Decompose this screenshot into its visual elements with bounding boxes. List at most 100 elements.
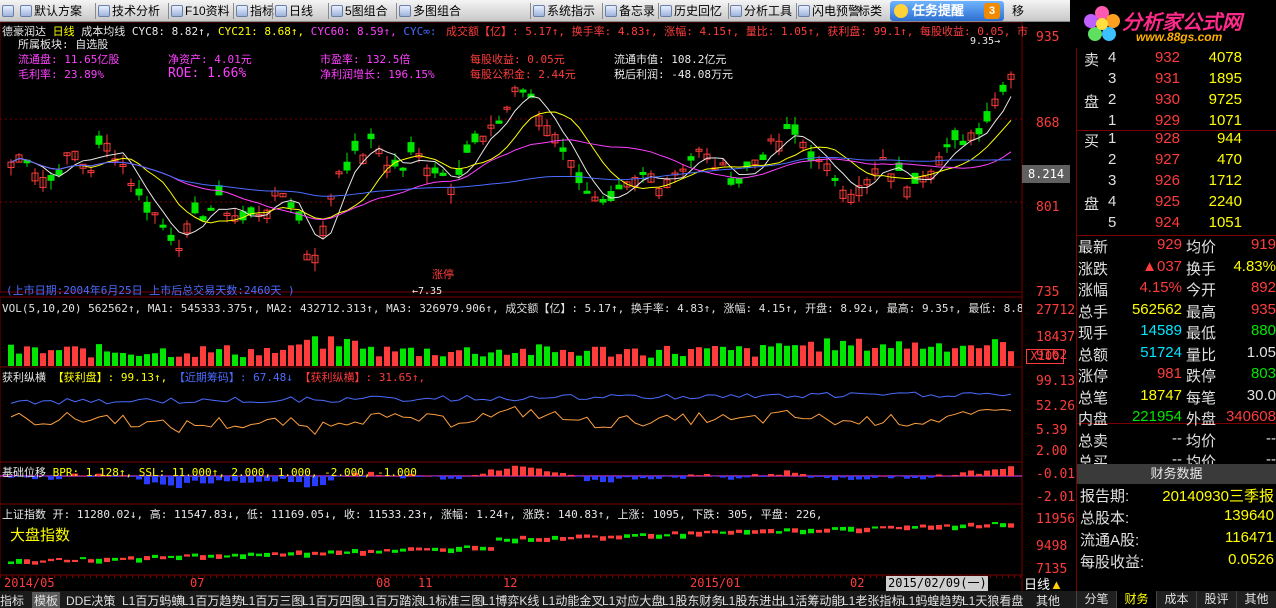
indicator-tab[interactable]: L1对应大盘	[602, 592, 663, 608]
base-axis-2: -0.01	[1036, 467, 1076, 482]
right-panel-tab[interactable]: 股评	[1196, 591, 1236, 608]
volume-bar	[704, 348, 710, 366]
index-candle	[632, 534, 638, 537]
volume-bar	[160, 348, 166, 366]
indicator-tab[interactable]: L1动能金叉	[542, 592, 603, 608]
volume-bar	[760, 345, 766, 366]
index-candle	[560, 537, 566, 541]
right-panel-tab[interactable]: 其他	[1236, 591, 1276, 608]
indicator-tab[interactable]: 其他	[1036, 592, 1060, 608]
toolbar-scheme[interactable]: 默认方案	[20, 2, 82, 20]
indicator-tab[interactable]: 指标	[0, 592, 24, 608]
date-tick	[0, 575, 1, 578]
date-tick	[306, 575, 307, 578]
orderbook-volume: 470	[1216, 151, 1242, 168]
brand-site: www.88gs.com	[1136, 30, 1223, 44]
quote-value: 4.15%	[1139, 279, 1182, 296]
index-candle	[360, 550, 366, 556]
volume-bar	[696, 347, 702, 366]
indicator-tab[interactable]: L1天狼看盘	[962, 592, 1023, 608]
indicator-tab[interactable]: L1百万踏浪	[362, 592, 423, 608]
volume-bar	[192, 356, 198, 366]
toolbar-history[interactable]: 历史回忆	[660, 2, 722, 20]
candle-body	[943, 144, 951, 148]
scheme-icon	[20, 5, 32, 17]
indicator-tab[interactable]: L1博弈K线	[482, 592, 539, 608]
indicator-tab[interactable]: L1蚂蝗趋势	[902, 592, 963, 608]
volume-bar	[736, 346, 742, 366]
indicator-tab[interactable]: 模板	[32, 592, 61, 608]
toolbar-tools[interactable]: 分析工具	[730, 2, 792, 20]
volume-bar	[56, 350, 62, 366]
toolbar-5-chart[interactable]: 5图组合	[331, 2, 388, 20]
base-bar	[888, 476, 894, 479]
index-candle	[920, 524, 926, 528]
orderbook-volume: 2240	[1208, 193, 1242, 210]
finance-key: 总股本:	[1080, 510, 1130, 527]
toolbar-system-indicator[interactable]: 系统指示	[533, 2, 595, 20]
base-bar	[640, 476, 646, 479]
base-bar	[800, 473, 806, 476]
main-metrics-line: 成交额【亿】: 5.17↑, 换手率: 4.83↑, 涨幅: 4.15↑, 量比…	[446, 25, 1028, 38]
candle-body	[575, 172, 583, 184]
volume-bar	[800, 345, 806, 366]
base-bar	[768, 473, 774, 476]
right-panel-tab[interactable]: 财务	[1116, 591, 1156, 608]
quote-value: 18747	[1140, 386, 1182, 404]
indicator-tab[interactable]: L1股东财务	[662, 592, 723, 608]
index-candle	[976, 525, 982, 529]
volume-bar	[984, 345, 990, 366]
date-tick	[96, 575, 97, 578]
task-reminder-button[interactable]: 任务提醒 3	[890, 1, 1004, 21]
index-candle	[424, 548, 430, 551]
indicator-tab[interactable]: L1百万三图	[242, 592, 303, 608]
volume-bar	[360, 348, 366, 366]
indicator-tab[interactable]: L1活筹动能	[782, 592, 843, 608]
indicator-tab[interactable]: L1百万四图	[302, 592, 363, 608]
orderbook-level: 4	[1108, 193, 1117, 210]
date-0: 2014/05	[4, 576, 55, 590]
base-bar	[696, 475, 702, 476]
indicator-tab[interactable]: L1老张指标	[842, 592, 903, 608]
indicator-tab[interactable]: L1百万蚂蟥	[122, 592, 183, 608]
orderbook-price: 928	[1154, 130, 1180, 147]
index-axis-2: 9498	[1036, 539, 1068, 554]
toolbar-alert[interactable]: 闪电预警	[798, 2, 860, 20]
right-panel-tab[interactable]: 成本	[1156, 591, 1196, 608]
menu-icon[interactable]	[2, 2, 16, 20]
volume-bar	[24, 346, 30, 366]
roe: ROE: 1.66%	[168, 66, 247, 81]
indicator-tab[interactable]: L1标准三图	[422, 592, 483, 608]
index-candle	[104, 557, 110, 562]
volume-unit[interactable]: X100	[1026, 349, 1064, 364]
volume-bar	[680, 356, 686, 366]
cyc21-value: CYC21: 8.68↑,	[217, 25, 305, 38]
toolbar-label[interactable]: 标类	[858, 2, 882, 20]
toolbar-memo[interactable]: 备忘录	[605, 2, 655, 20]
big-index-label: 大盘指数	[10, 527, 71, 544]
indicator-tab[interactable]: L1股东进出	[722, 592, 783, 608]
toolbar-move[interactable]: 移	[1012, 2, 1024, 20]
toolbar-f10[interactable]: F10资料	[171, 2, 230, 20]
right-panel-tab[interactable]: 分笔	[1076, 591, 1116, 608]
date-tick	[60, 575, 61, 578]
date-tick	[882, 575, 883, 578]
indicator-tab[interactable]: L1百万趋势	[182, 592, 243, 608]
toolbar-multi-chart[interactable]: 多图组合	[399, 2, 461, 20]
toolbar-indicator[interactable]: 指标	[236, 2, 274, 20]
candle-body	[759, 154, 767, 161]
volume-bar	[632, 348, 638, 366]
base-name: 基础位移	[2, 466, 46, 479]
indicator-tab[interactable]: DDE决策	[66, 592, 115, 608]
date-tick	[1002, 575, 1003, 578]
date-tick	[246, 575, 247, 578]
index-candle	[680, 533, 686, 539]
toolbar-tech-analysis[interactable]: 技术分析	[98, 2, 160, 20]
index-candle	[432, 547, 438, 551]
index-candle	[512, 538, 518, 544]
base-bar	[776, 474, 782, 476]
volume-bar	[472, 353, 478, 366]
toolbar-daily[interactable]: 日线	[275, 2, 313, 20]
index-candle	[440, 548, 446, 552]
date-tick	[270, 575, 271, 578]
